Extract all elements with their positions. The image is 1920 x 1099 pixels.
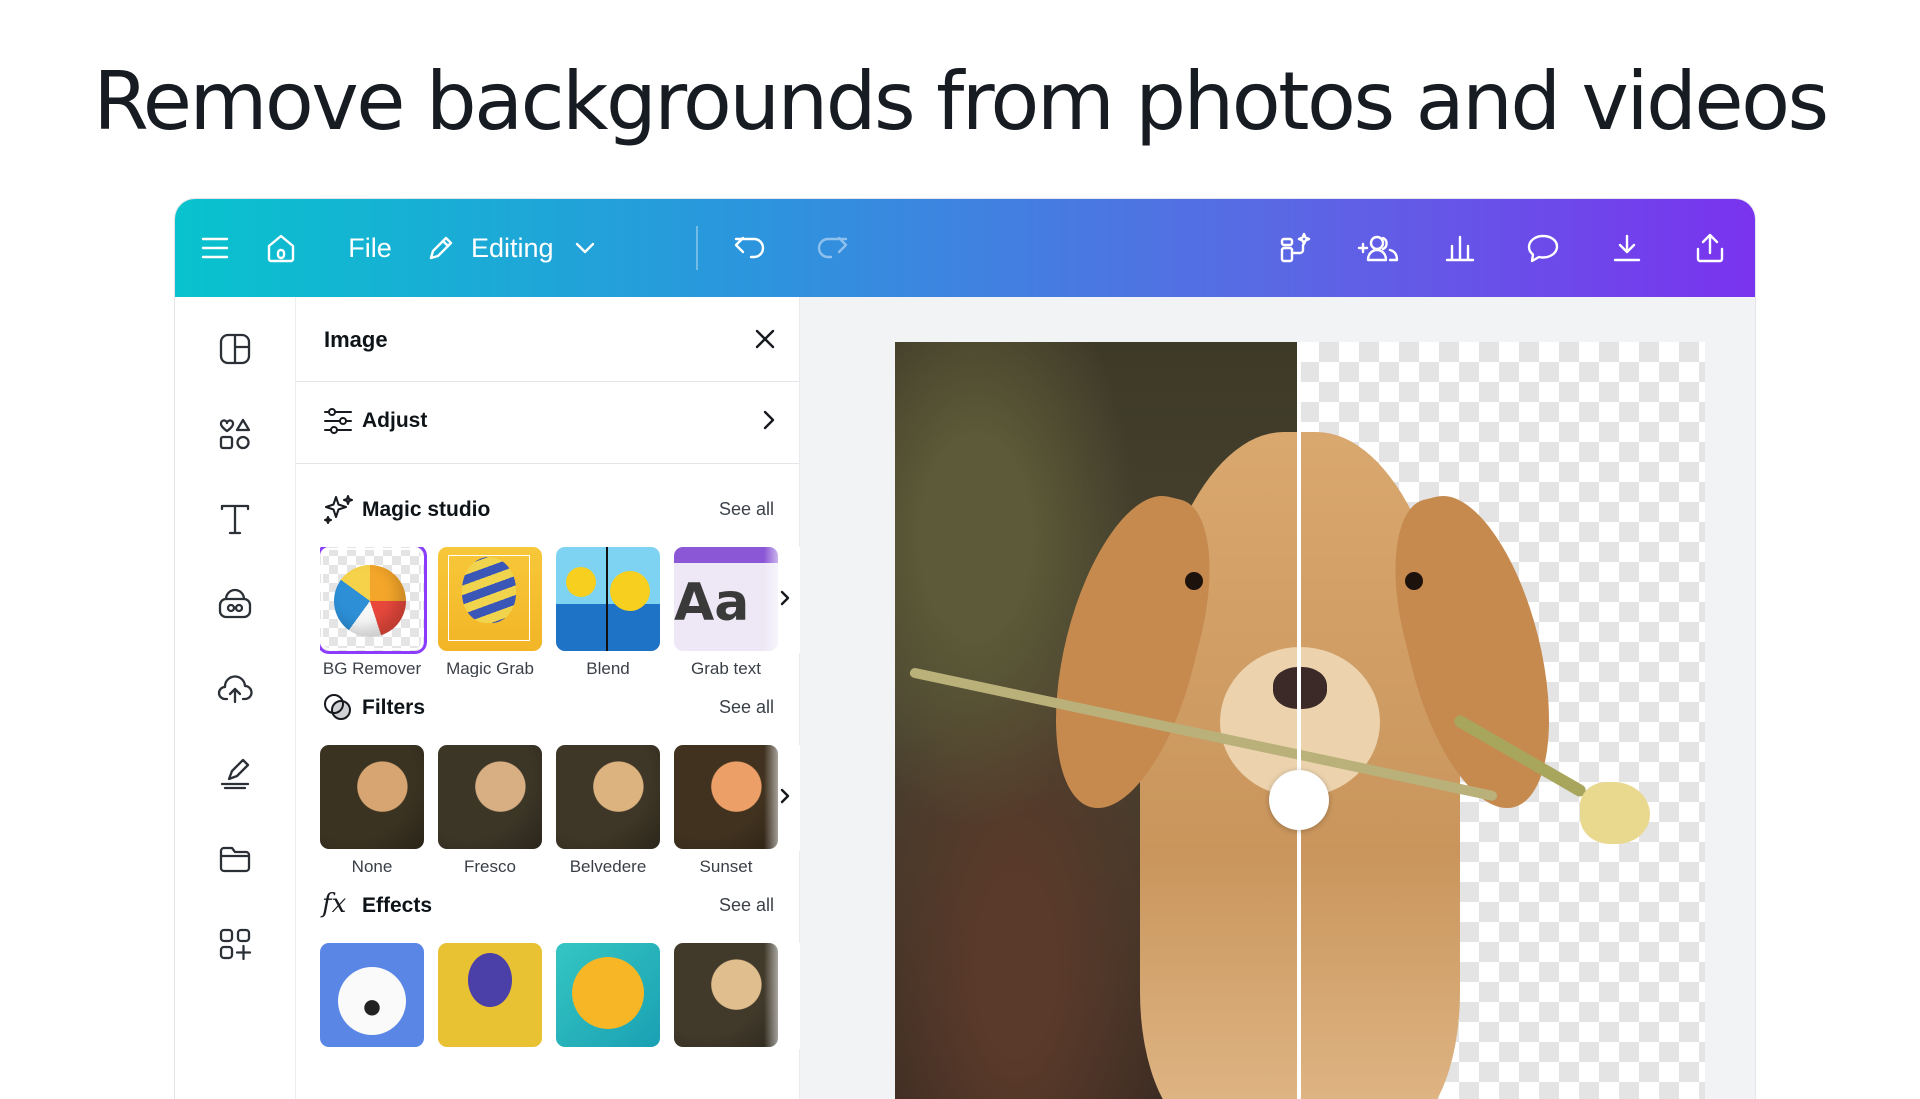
editing-mode-label: Editing xyxy=(471,232,554,263)
projects-icon[interactable] xyxy=(215,839,255,879)
filters-icon xyxy=(322,691,354,728)
panel-title: Image xyxy=(324,327,388,352)
effect-tile[interactable] xyxy=(438,943,542,1047)
blend-tile[interactable]: Blend xyxy=(556,547,660,677)
filters-see-all[interactable]: See all xyxy=(719,697,774,718)
text-icon[interactable] xyxy=(215,499,255,539)
magic-studio-tools: BG Remover Magic Grab Blend Aa Grab text xyxy=(320,547,800,677)
filter-options: None Fresco Belvedere Sunset xyxy=(320,745,800,875)
chevron-down-icon xyxy=(574,241,596,255)
tile-caption: Belvedere xyxy=(569,857,647,875)
filter-none-tile[interactable]: None xyxy=(320,745,424,875)
elements-icon[interactable] xyxy=(215,414,255,454)
balloon-thumbnail xyxy=(438,547,542,651)
magic-studio-see-all[interactable]: See all xyxy=(719,499,774,520)
portrait-thumbnail xyxy=(438,943,542,1047)
effect-options xyxy=(320,943,800,1073)
panel-separator xyxy=(296,463,799,464)
chevron-right-icon[interactable] xyxy=(772,585,798,611)
side-rail xyxy=(175,297,296,1099)
effect-tile[interactable] xyxy=(556,943,660,1047)
tile-caption: Blend xyxy=(586,659,630,677)
filter-fresco-tile[interactable]: Fresco xyxy=(438,745,542,875)
dog-thumbnail xyxy=(674,745,778,849)
toolbar-divider xyxy=(696,226,698,270)
dog-thumbnail xyxy=(674,943,778,1047)
dog-photo-comparison[interactable] xyxy=(895,342,1705,1099)
brand-icon[interactable] xyxy=(215,584,255,624)
comment-icon[interactable] xyxy=(1523,199,1563,297)
page-headline: Remove backgrounds from photos and video… xyxy=(93,55,1829,148)
tile-caption: None xyxy=(351,857,393,875)
tile-caption: Fresco xyxy=(464,857,516,875)
menu-icon[interactable] xyxy=(197,199,233,297)
home-icon[interactable] xyxy=(263,199,299,297)
file-menu-label: File xyxy=(348,232,392,263)
grab-text-tile[interactable]: Aa Grab text xyxy=(674,547,778,677)
dog-thumbnail xyxy=(438,745,542,849)
fx-icon: fx xyxy=(322,889,347,919)
dog-eye-left xyxy=(1185,572,1203,590)
editor-window: File Editing Image Adjust Magic studio S… xyxy=(175,199,1755,1099)
comparison-divider xyxy=(1297,342,1301,1099)
draw-icon[interactable] xyxy=(215,754,255,794)
effect-tile[interactable] xyxy=(674,943,778,1047)
filters-title: Filters xyxy=(362,696,426,719)
top-toolbar: File Editing xyxy=(175,199,1755,297)
image-panel: Image Adjust Magic studio See all BG Rem… xyxy=(296,297,800,1099)
tile-caption: Sunset xyxy=(699,857,753,875)
design-canvas xyxy=(800,297,1755,1099)
dog-thumbnail xyxy=(320,745,424,849)
redo-icon[interactable] xyxy=(812,199,852,297)
comparison-slider-handle[interactable] xyxy=(1269,770,1329,830)
templates-icon[interactable] xyxy=(215,329,255,369)
dog-thumbnail xyxy=(556,745,660,849)
tile-caption: BG Remover xyxy=(322,659,422,677)
file-menu[interactable]: File xyxy=(340,199,400,297)
upload-icon[interactable] xyxy=(1690,199,1730,297)
ducks-thumbnail xyxy=(556,547,660,651)
apps-icon[interactable] xyxy=(215,924,255,964)
pencil-icon xyxy=(425,232,457,264)
magic-grab-tile[interactable]: Magic Grab xyxy=(438,547,542,677)
magic-resize-icon[interactable] xyxy=(1275,199,1315,297)
row-fade xyxy=(764,943,800,1049)
sparkle-icon xyxy=(322,493,354,530)
filter-belvedere-tile[interactable]: Belvedere xyxy=(556,745,660,875)
editing-mode-dropdown[interactable]: Editing xyxy=(425,199,594,297)
beach-ball-thumbnail xyxy=(320,547,424,651)
filter-sunset-tile[interactable]: Sunset xyxy=(674,745,778,875)
effect-tile[interactable] xyxy=(320,943,424,1047)
download-icon[interactable] xyxy=(1607,199,1647,297)
tulip-flower xyxy=(1580,782,1650,844)
share-people-icon[interactable] xyxy=(1355,199,1403,297)
bg-remover-tile[interactable]: BG Remover xyxy=(320,547,424,677)
soccer-ball-thumbnail xyxy=(320,943,424,1047)
text-thumbnail: Aa xyxy=(674,547,778,651)
chevron-right-icon xyxy=(762,409,776,436)
close-icon[interactable] xyxy=(750,324,780,354)
adjust-row[interactable]: Adjust xyxy=(296,381,799,463)
chevron-right-icon[interactable] xyxy=(772,783,798,809)
dog-eye-right xyxy=(1405,572,1423,590)
effects-title: Effects xyxy=(362,894,433,917)
tile-caption: Grab text xyxy=(691,659,761,677)
orange-thumbnail xyxy=(556,943,660,1047)
sliders-icon xyxy=(322,406,354,441)
adjust-label: Adjust xyxy=(362,409,428,432)
tile-caption: Magic Grab xyxy=(446,659,534,677)
undo-icon[interactable] xyxy=(730,199,770,297)
magic-studio-title: Magic studio xyxy=(362,498,491,521)
insights-icon[interactable] xyxy=(1440,199,1480,297)
uploads-icon[interactable] xyxy=(215,669,255,709)
effects-see-all[interactable]: See all xyxy=(719,895,774,916)
